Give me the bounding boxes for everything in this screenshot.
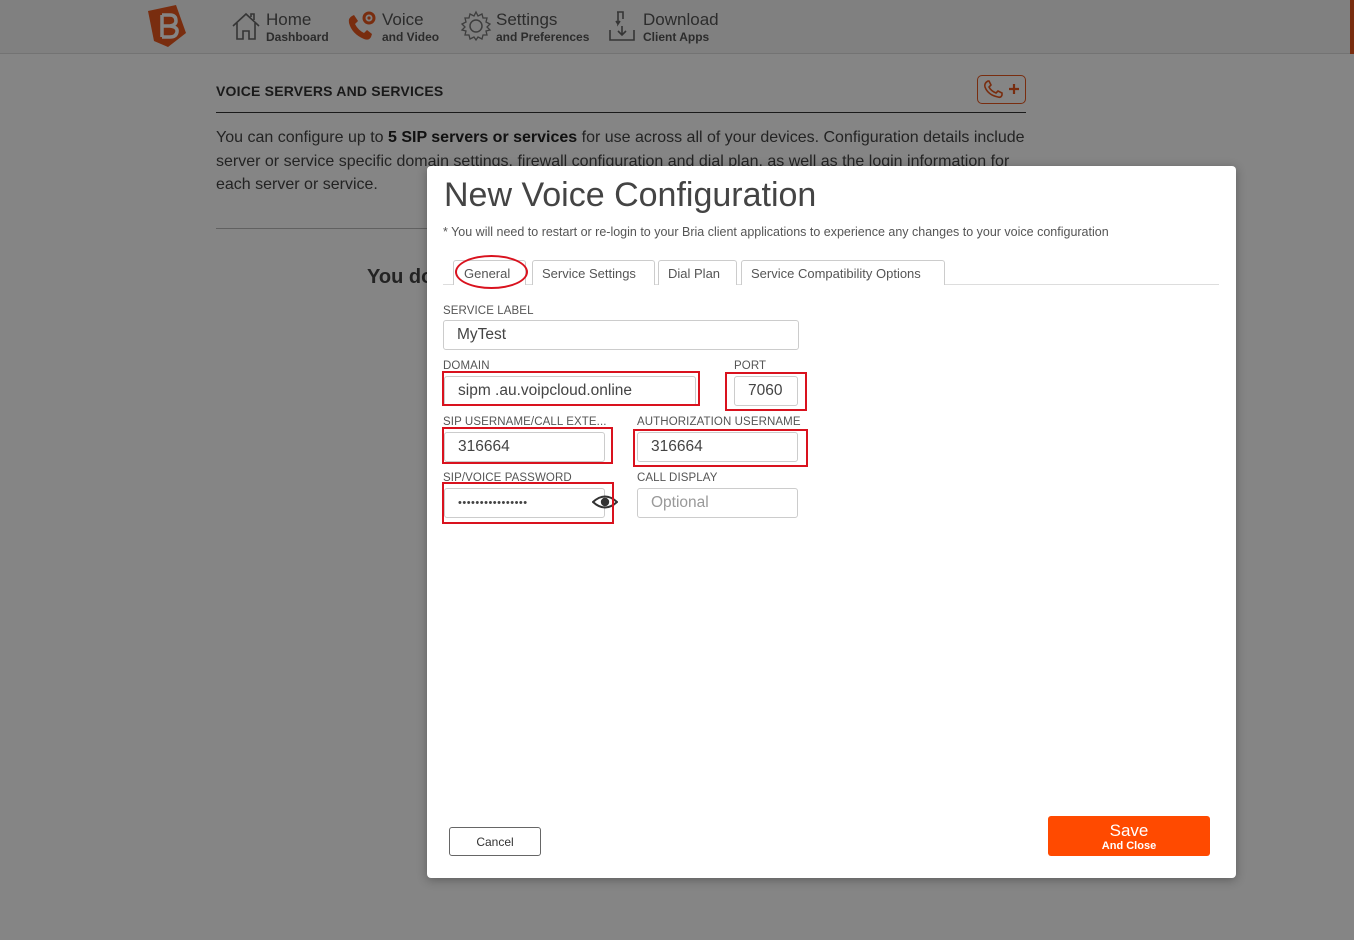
- service-label-label: SERVICE LABEL: [443, 305, 534, 317]
- password-input[interactable]: [444, 488, 605, 518]
- voice-config-modal: New Voice Configuration * You will need …: [427, 166, 1236, 878]
- port-input[interactable]: [734, 376, 798, 406]
- password-field: [444, 488, 618, 518]
- auth-username-label: AUTHORIZATION USERNAME: [637, 416, 801, 428]
- tab-dial-plan[interactable]: Dial Plan: [658, 260, 737, 285]
- restart-note: * You will need to restart or re-login t…: [443, 225, 1109, 239]
- modal-title: New Voice Configuration: [444, 176, 817, 214]
- domain-input[interactable]: [444, 376, 696, 406]
- config-tabs: General Service Settings Dial Plan Servi…: [443, 260, 1219, 285]
- tab-service-compatibility[interactable]: Service Compatibility Options: [741, 260, 945, 285]
- save-sub-label: And Close: [1101, 839, 1157, 852]
- save-label: Save: [1109, 820, 1149, 840]
- tab-general[interactable]: General: [453, 260, 526, 285]
- call-display-input[interactable]: [637, 488, 798, 518]
- tab-service-settings[interactable]: Service Settings: [532, 260, 655, 285]
- domain-label: DOMAIN: [443, 360, 490, 372]
- call-display-label: CALL DISPLAY: [637, 472, 718, 484]
- cancel-button[interactable]: Cancel: [449, 827, 541, 856]
- save-and-close-button[interactable]: Save And Close: [1048, 816, 1210, 856]
- auth-username-input[interactable]: [637, 432, 798, 462]
- port-label: PORT: [734, 360, 767, 372]
- sip-username-label: SIP USERNAME/CALL EXTE...: [443, 416, 607, 428]
- show-password-icon[interactable]: [592, 492, 618, 512]
- sip-username-input[interactable]: [444, 432, 605, 462]
- password-label: SIP/VOICE PASSWORD: [443, 472, 572, 484]
- service-label-input[interactable]: [443, 320, 799, 350]
